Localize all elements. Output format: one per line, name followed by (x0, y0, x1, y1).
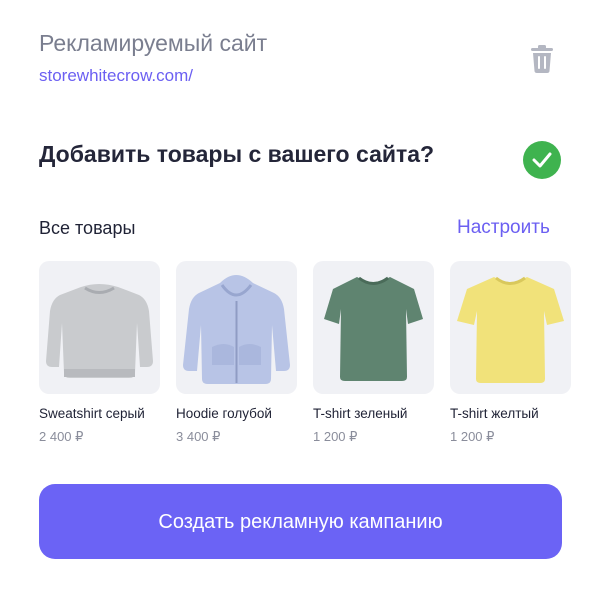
product-card[interactable]: T-shirt зеленый 1 200 ₽ (313, 261, 434, 444)
product-card[interactable]: T-shirt желтый 1 200 ₽ (450, 261, 571, 444)
configure-link[interactable]: Настроить (457, 217, 550, 239)
product-price: 2 400 ₽ (39, 429, 84, 444)
trash-icon[interactable] (529, 44, 555, 74)
product-image (313, 261, 434, 394)
site-url-link[interactable]: storewhitecrow.com/ (39, 66, 193, 86)
product-name: Sweatshirt серый (39, 406, 145, 421)
create-campaign-button[interactable]: Создать рекламную кампанию (39, 484, 562, 559)
product-price: 1 200 ₽ (450, 429, 495, 444)
product-card[interactable]: Sweatshirt серый 2 400 ₽ (39, 261, 160, 444)
product-price: 1 200 ₽ (313, 429, 358, 444)
check-icon (532, 152, 552, 168)
product-name: T-shirt желтый (450, 406, 539, 421)
all-goods-title: Все товары (39, 218, 136, 238)
product-image (176, 261, 297, 394)
confirm-check-button[interactable] (523, 141, 561, 179)
add-goods-question: Добавить товары с вашего сайта? (39, 141, 435, 167)
product-name: T-shirt зеленый (313, 406, 408, 421)
product-card[interactable]: Hoodie голубой 3 400 ₽ (176, 261, 297, 444)
product-name: Hoodie голубой (176, 406, 272, 421)
product-image (39, 261, 160, 394)
product-image (450, 261, 571, 394)
product-price: 3 400 ₽ (176, 429, 221, 444)
site-label: Рекламируемый сайт (39, 30, 268, 56)
